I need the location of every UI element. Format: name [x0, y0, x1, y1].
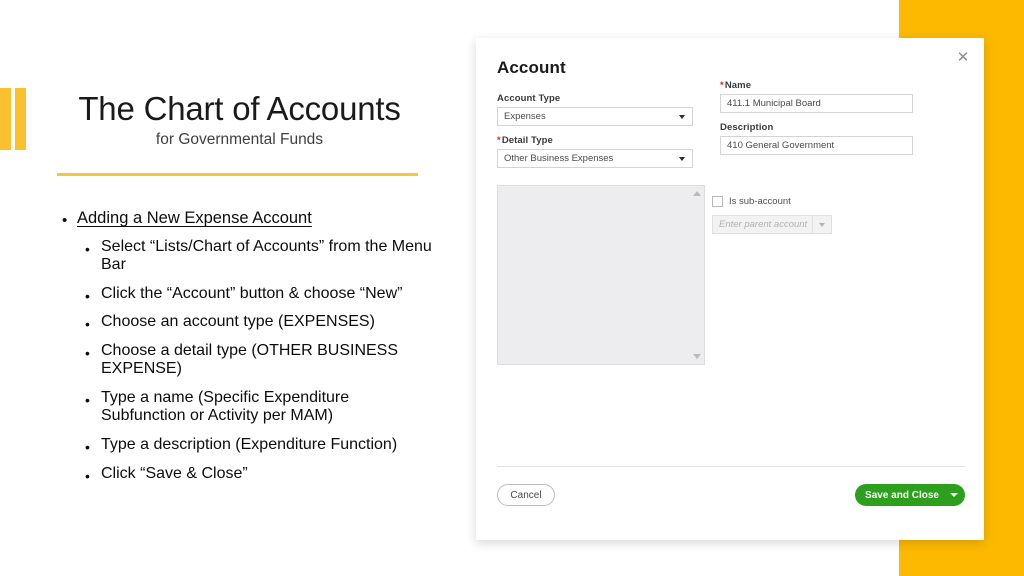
- chevron-down-icon: [819, 222, 825, 227]
- bullet-marker-icon: •: [85, 240, 90, 257]
- list-item-label: Type a description (Expenditure Function…: [101, 436, 398, 453]
- dialog-title: Account: [497, 58, 566, 77]
- detail-type-label: *Detail Type: [497, 135, 693, 146]
- list-item: • Type a description (Expenditure Functi…: [85, 436, 437, 455]
- name-label-text: Name: [724, 80, 752, 91]
- chevron-down-icon: [679, 157, 685, 161]
- list-item-label: Choose a detail type (OTHER BUSINESS EXP…: [101, 341, 399, 378]
- detail-list-panel[interactable]: [497, 185, 705, 365]
- list-item-label: Select “Lists/Chart of Accounts” from th…: [101, 237, 432, 274]
- close-icon[interactable]: ✕: [954, 49, 972, 67]
- list-item: • Type a name (Specific Expenditure Subf…: [85, 389, 437, 426]
- is-sub-account-label: Is sub-account: [729, 196, 791, 207]
- description-label: Description: [720, 122, 774, 133]
- dialog-right-column: *Name 411.1 Municipal Board Description …: [720, 80, 913, 164]
- page-subtitle: for Governmental Funds: [155, 130, 324, 148]
- bullet-marker-icon: •: [85, 316, 90, 333]
- save-options-dropdown[interactable]: [943, 493, 965, 497]
- name-field: *Name 411.1 Municipal Board: [720, 80, 913, 113]
- list-item-label: Type a name (Specific Expenditure Subfun…: [101, 388, 350, 425]
- description-field: Description 410 General Government: [720, 122, 913, 155]
- bullet-marker-icon: •: [85, 344, 90, 361]
- detail-type-value: Other Business Expenses: [504, 153, 614, 164]
- description-input[interactable]: 410 General Government: [720, 136, 913, 155]
- list-item: • Click “Save & Close”: [85, 465, 437, 484]
- footer-divider: [497, 466, 965, 467]
- required-marker: *: [497, 135, 501, 146]
- account-type-field: Account Type Expenses: [497, 93, 693, 126]
- detail-type-field: *Detail Type Other Business Expenses: [497, 135, 693, 168]
- save-and-close-label: Save and Close: [865, 489, 939, 501]
- bullet-marker-icon: •: [62, 212, 68, 229]
- parent-account-caret-cell: [812, 216, 831, 233]
- detail-type-label-text: Detail Type: [501, 135, 553, 146]
- parent-account-placeholder: Enter parent account: [719, 219, 808, 230]
- scroll-up-arrow-icon[interactable]: [693, 191, 701, 196]
- bullet-list: • Adding a New Expense Account • Select …: [62, 208, 437, 493]
- list-item: • Click the “Account” button & choose “N…: [85, 285, 437, 304]
- page-title: The Chart of Accounts: [78, 90, 401, 127]
- scroll-down-arrow-icon[interactable]: [693, 354, 701, 359]
- account-type-label: Account Type: [497, 93, 561, 104]
- name-label: *Name: [720, 80, 913, 91]
- list-item-label: Adding a New Expense Account: [77, 209, 312, 227]
- title-block: The Chart of Accounts for Governmental F…: [57, 90, 422, 149]
- bullet-marker-icon: •: [85, 467, 90, 484]
- accent-bar-left-second: [15, 88, 26, 150]
- cancel-button[interactable]: Cancel: [497, 484, 555, 506]
- parent-account-select: Enter parent account: [712, 215, 832, 234]
- account-type-value: Expenses: [504, 111, 546, 122]
- description-value: 410 General Government: [727, 140, 835, 151]
- detail-type-select[interactable]: Other Business Expenses: [497, 149, 693, 168]
- accent-bar-left-first: [0, 88, 11, 150]
- list-item: • Choose a detail type (OTHER BUSINESS E…: [85, 342, 437, 379]
- list-item-label: Choose an account type (EXPENSES): [101, 313, 375, 331]
- bullet-marker-icon: •: [85, 439, 90, 455]
- list-item: • Select “Lists/Chart of Accounts” from …: [85, 238, 437, 275]
- name-input[interactable]: 411.1 Municipal Board: [720, 94, 913, 113]
- sub-account-group: Is sub-account Enter parent account: [712, 196, 912, 234]
- is-sub-account-checkbox[interactable]: [712, 196, 723, 207]
- list-item: • Choose an account type (EXPENSES): [85, 313, 437, 332]
- account-dialog: ✕ Account Account Type Expenses *Detail …: [476, 38, 984, 540]
- title-divider-rule: [57, 173, 418, 176]
- bullet-marker-icon: •: [85, 287, 90, 304]
- list-item-label: Click “Save & Close”: [101, 464, 248, 482]
- list-item: • Adding a New Expense Account: [62, 208, 437, 229]
- chevron-down-icon: [950, 493, 958, 497]
- bullet-marker-icon: •: [85, 391, 90, 408]
- chevron-down-icon: [679, 115, 685, 119]
- is-sub-account-row[interactable]: Is sub-account: [712, 196, 912, 207]
- list-item-label: Click the “Account” button & choose “New…: [101, 284, 403, 302]
- account-type-select[interactable]: Expenses: [497, 107, 693, 126]
- name-value: 411.1 Municipal Board: [727, 98, 821, 109]
- dialog-left-column: Account Type Expenses *Detail Type Other…: [497, 93, 693, 177]
- required-marker: *: [720, 80, 724, 91]
- save-and-close-button[interactable]: Save and Close: [855, 484, 965, 506]
